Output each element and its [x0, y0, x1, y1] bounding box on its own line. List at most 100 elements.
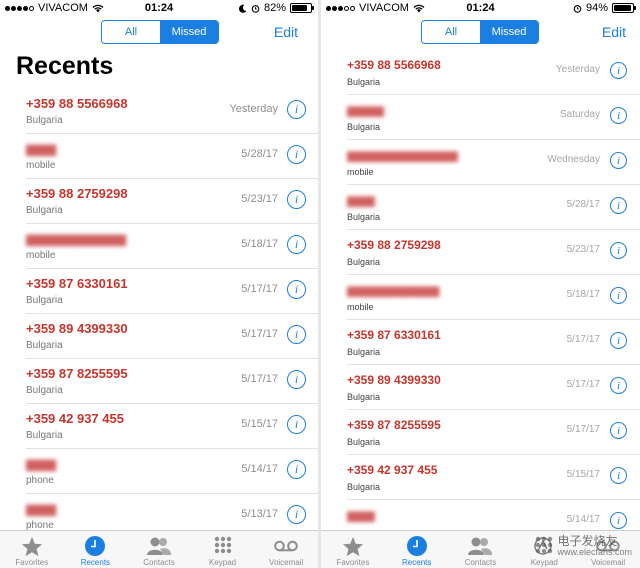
info-icon[interactable]: i	[287, 460, 306, 479]
edit-button[interactable]: Edit	[602, 24, 626, 40]
tab-favorites[interactable]: Favorites	[0, 531, 64, 568]
caller-label: Bulgaria	[347, 257, 381, 267]
tab-keypad[interactable]: Keypad	[191, 531, 255, 568]
info-icon[interactable]: i	[610, 332, 627, 349]
caller-label: Bulgaria	[26, 385, 63, 396]
info-icon[interactable]: i	[610, 62, 627, 79]
info-icon[interactable]: i	[610, 422, 627, 439]
filter-segmented-control[interactable]: All Missed	[421, 20, 539, 44]
call-row[interactable]: ▆▆▆▆▆▆▆▆▆▆ mobile 5/18/17 i	[26, 224, 318, 269]
call-row[interactable]: +359 87 6330161 Bulgaria 5/17/17 i	[26, 269, 318, 314]
caller-label: Bulgaria	[347, 392, 381, 402]
call-row[interactable]: +359 87 8255595 Bulgaria 5/17/17 i	[347, 410, 640, 455]
call-row[interactable]: ▆▆▆▆ Bulgaria Saturday i	[347, 95, 640, 140]
tab-recents[interactable]: Recents	[385, 531, 449, 568]
info-icon[interactable]: i	[610, 287, 627, 304]
edit-button[interactable]: Edit	[274, 24, 298, 40]
tab-label: Recents	[402, 558, 432, 567]
call-row[interactable]: +359 88 5566968 Bulgaria Yesterday i	[347, 50, 640, 95]
clock-icon	[406, 536, 427, 556]
keypad-icon	[214, 536, 231, 554]
tab-label: Contacts	[143, 558, 175, 567]
call-row[interactable]: +359 88 2759298 Bulgaria 5/23/17 i	[347, 230, 640, 275]
caller-name: +359 87 8255595	[347, 418, 441, 432]
recents-list: +359 88 5566968 Bulgaria Yesterday i ▆▆▆ mobi…	[0, 89, 318, 539]
recents-list: +359 88 5566968 Bulgaria Yesterday i ▆▆▆▆ Bul…	[321, 50, 640, 545]
caller-label: Bulgaria	[347, 122, 381, 132]
call-row[interactable]: ▆▆▆▆▆▆▆▆▆▆ mobile 5/18/17 i	[347, 275, 640, 320]
caller-label: Bulgaria	[26, 205, 63, 216]
caller-label: mobile	[26, 250, 56, 261]
caller-label: mobile	[347, 167, 374, 177]
call-row[interactable]: +359 87 6330161 Bulgaria 5/17/17 i	[347, 320, 640, 365]
call-row[interactable]: +359 42 937 455 Bulgaria 5/15/17 i	[347, 455, 640, 500]
tab-contacts[interactable]: Contacts	[449, 531, 513, 568]
caller-name: +359 87 8255595	[26, 366, 128, 381]
filter-segmented-control[interactable]: All Missed	[101, 20, 219, 44]
info-icon[interactable]: i	[287, 370, 306, 389]
call-row[interactable]: ▆▆▆ mobile 5/28/17 i	[26, 134, 318, 179]
tab-voicemail[interactable]: Voicemail	[254, 531, 318, 568]
call-date: 5/28/17	[241, 148, 278, 160]
call-row[interactable]: +359 89 4399330 Bulgaria 5/17/17 i	[26, 314, 318, 359]
caller-label: mobile	[26, 160, 56, 171]
call-date: 5/28/17	[566, 199, 600, 210]
segment-missed[interactable]: Missed	[480, 21, 538, 43]
battery-icon	[612, 3, 636, 13]
info-icon[interactable]: i	[287, 235, 306, 254]
call-row[interactable]: +359 88 5566968 Bulgaria Yesterday i	[26, 89, 318, 134]
status-bar: VIVACOM 01:24 94%	[321, 0, 640, 17]
call-row[interactable]: +359 42 937 455 Bulgaria 5/15/17 i	[26, 404, 318, 449]
info-icon[interactable]: i	[287, 190, 306, 209]
caller-label: Bulgaria	[26, 430, 63, 441]
clock-icon	[85, 536, 106, 556]
info-icon[interactable]: i	[610, 107, 627, 124]
call-row[interactable]: +359 89 4399330 Bulgaria 5/17/17 i	[347, 365, 640, 410]
tab-favorites[interactable]: Favorites	[321, 531, 385, 568]
call-date: 5/17/17	[241, 328, 278, 340]
tab-label: Favorites	[336, 558, 370, 567]
info-icon[interactable]: i	[287, 280, 306, 299]
caller-name: +359 88 5566968	[26, 96, 128, 111]
tab-contacts[interactable]: Contacts	[127, 531, 191, 568]
call-date: Saturday	[559, 109, 600, 120]
info-icon[interactable]: i	[610, 467, 627, 484]
info-icon[interactable]: i	[610, 512, 627, 529]
info-icon[interactable]: i	[610, 197, 627, 214]
call-date: 5/15/17	[566, 469, 600, 480]
info-icon[interactable]: i	[610, 242, 627, 259]
segment-missed[interactable]: Missed	[160, 21, 218, 43]
segment-all[interactable]: All	[422, 21, 480, 43]
call-row[interactable]: ▆▆▆ Bulgaria 5/28/17 i	[347, 185, 640, 230]
info-icon[interactable]: i	[287, 415, 306, 434]
tab-label: Favorites	[15, 558, 49, 567]
caller-name: ▆▆▆▆▆▆▆▆▆▆	[347, 283, 440, 297]
tab-label: Contacts	[464, 558, 497, 567]
info-icon[interactable]: i	[610, 152, 627, 169]
info-icon[interactable]: i	[287, 325, 306, 344]
call-row[interactable]: ▆▆▆ phone 5/14/17 i	[26, 449, 318, 494]
tab-bar: Favorites Recents Contacts Keypad Voicemail	[0, 530, 318, 568]
info-icon[interactable]: i	[287, 145, 306, 164]
info-icon[interactable]: i	[610, 377, 627, 394]
tab-label: Recents	[80, 558, 111, 567]
call-date: 5/17/17	[241, 373, 278, 385]
caller-name: ▆▆▆▆	[347, 103, 384, 117]
segment-all[interactable]: All	[102, 21, 160, 43]
call-row[interactable]: +359 87 8255595 Bulgaria 5/17/17 i	[26, 359, 318, 404]
caller-name: ▆▆▆	[26, 141, 56, 156]
info-icon[interactable]: i	[287, 100, 306, 119]
caller-name: +359 89 4399330	[347, 373, 441, 387]
call-row[interactable]: ▆▆▆▆▆▆▆▆▆▆▆▆ mobile Wednesday i	[347, 140, 640, 185]
caller-name: ▆▆▆	[26, 456, 56, 471]
caller-label: Bulgaria	[347, 212, 381, 222]
caller-name: ▆▆▆	[347, 508, 375, 522]
call-row[interactable]: +359 88 2759298 Bulgaria 5/23/17 i	[26, 179, 318, 224]
info-icon[interactable]: i	[287, 505, 306, 524]
call-date: 5/14/17	[566, 514, 600, 525]
tab-recents[interactable]: Recents	[64, 531, 128, 568]
call-date: Wednesday	[547, 154, 600, 165]
page-title: Recents	[16, 52, 114, 80]
caller-name: +359 42 937 455	[26, 411, 124, 426]
call-date: 5/17/17	[566, 334, 600, 345]
